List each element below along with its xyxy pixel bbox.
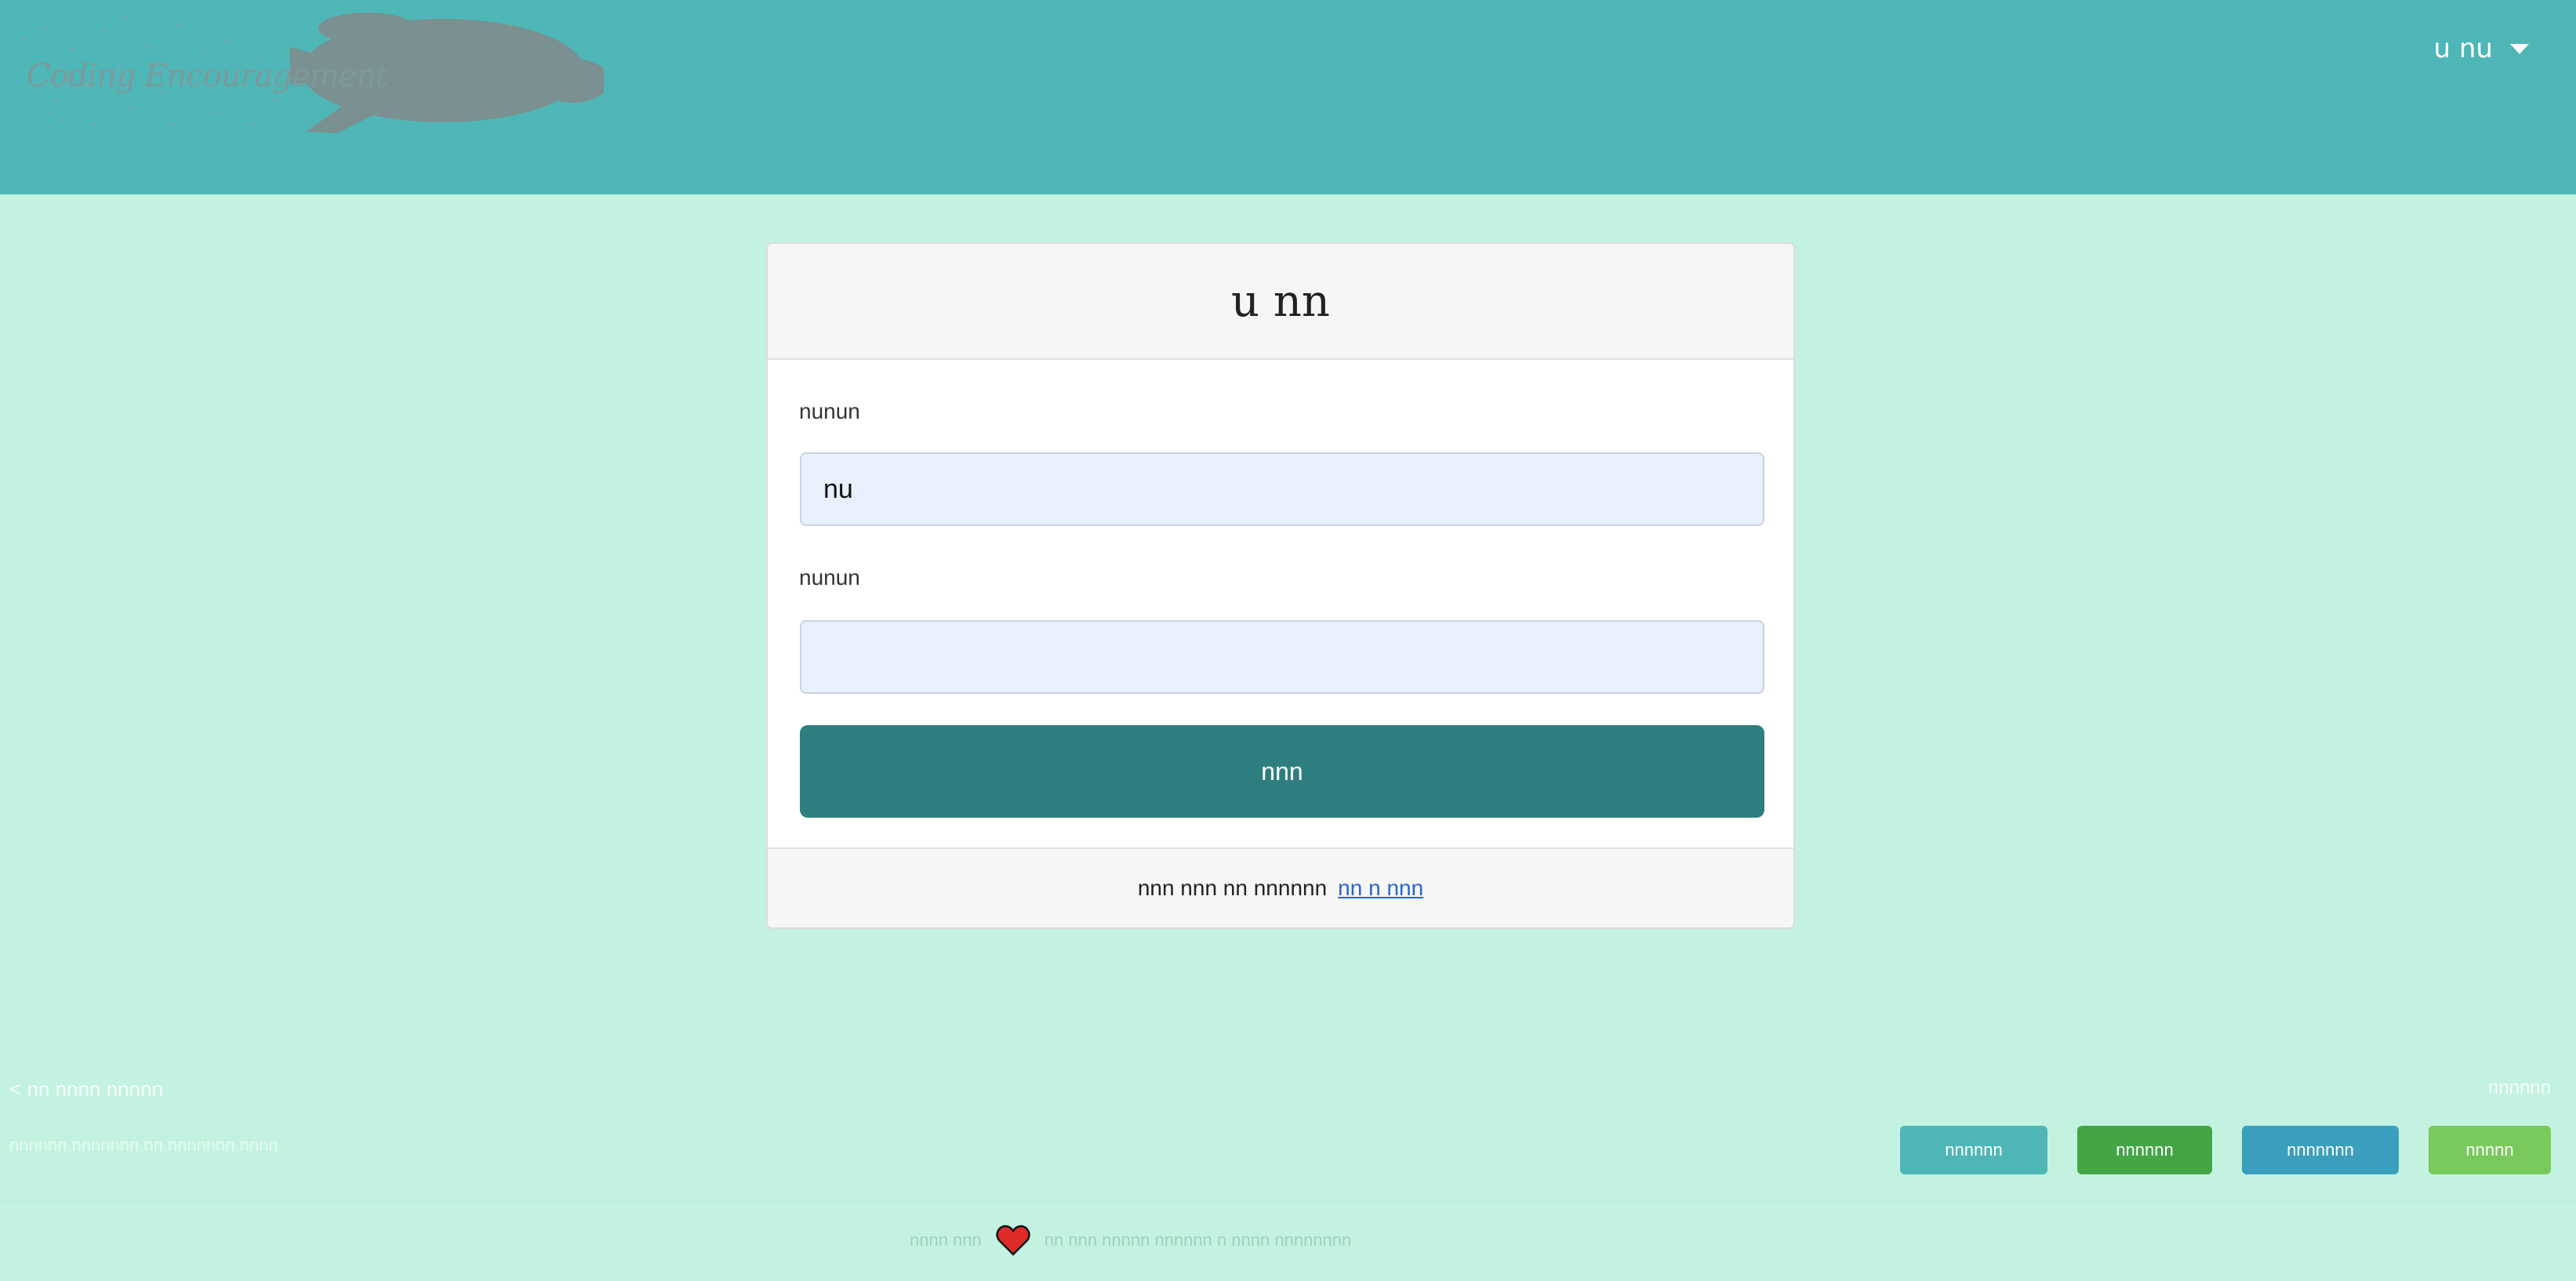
made-with-text: nnnn nnn — [910, 1230, 982, 1250]
login-form: nunun nunun nnn — [768, 360, 1793, 854]
footer-tag-4[interactable]: nnnnn — [2429, 1126, 2551, 1174]
footer-tag-3[interactable]: nnnnnnn — [2242, 1126, 2399, 1174]
made-with-suffix: nn nnn nnnnn nnnnnn n nnnn nnnnnnnn — [1044, 1230, 1352, 1250]
password-input[interactable] — [800, 620, 1764, 694]
login-card: u nn nunun nunun nnn nnn nnn nn nnnnnn n… — [766, 242, 1795, 929]
username-input[interactable] — [800, 452, 1764, 526]
login-title: u nn — [1231, 275, 1330, 327]
made-with-footer: nnnn nnn nn nnn nnnnn nnnnnn n nnnn nnnn… — [910, 1225, 1351, 1256]
credit-subline: nnnnnn nnnnnnn nn nnnnnnn nnnn — [9, 1135, 278, 1155]
user-menu-dropdown[interactable]: u nu — [2434, 33, 2529, 64]
footer-tag-2[interactable]: nnnnnn — [2077, 1126, 2212, 1174]
login-card-footer: nnn nnn nn nnnnnn nn n nnn — [768, 847, 1793, 927]
footer-tag-1[interactable]: nnnnnn — [1900, 1126, 2047, 1174]
signup-link[interactable]: nn n nnn — [1338, 876, 1423, 901]
user-menu-label: u nu — [2433, 33, 2493, 64]
brand-name: Coding Encouragement — [27, 58, 388, 94]
login-submit-button[interactable]: nnn — [800, 725, 1764, 818]
brand-logo[interactable]: Coding Encouragement — [8, 6, 604, 140]
login-card-header: u nn — [768, 244, 1793, 360]
footer-tag-row: nnnnnn nnnnnn nnnnnnn nnnnn — [1900, 1126, 2551, 1174]
username-label: nunun — [799, 399, 860, 423]
signup-prompt-text: nnn nnn nn nnnnnn — [1137, 876, 1328, 900]
password-label: nunun — [799, 565, 860, 590]
heart-icon — [996, 1225, 1030, 1256]
chevron-down-icon — [2510, 43, 2529, 54]
footer-divider — [0, 1201, 2576, 1202]
top-navbar: Coding Encouragement u nu — [0, 0, 2576, 194]
side-note: nnnnnn — [2487, 1077, 2551, 1098]
credit-line: < nn nnnn nnnnn — [9, 1077, 163, 1101]
